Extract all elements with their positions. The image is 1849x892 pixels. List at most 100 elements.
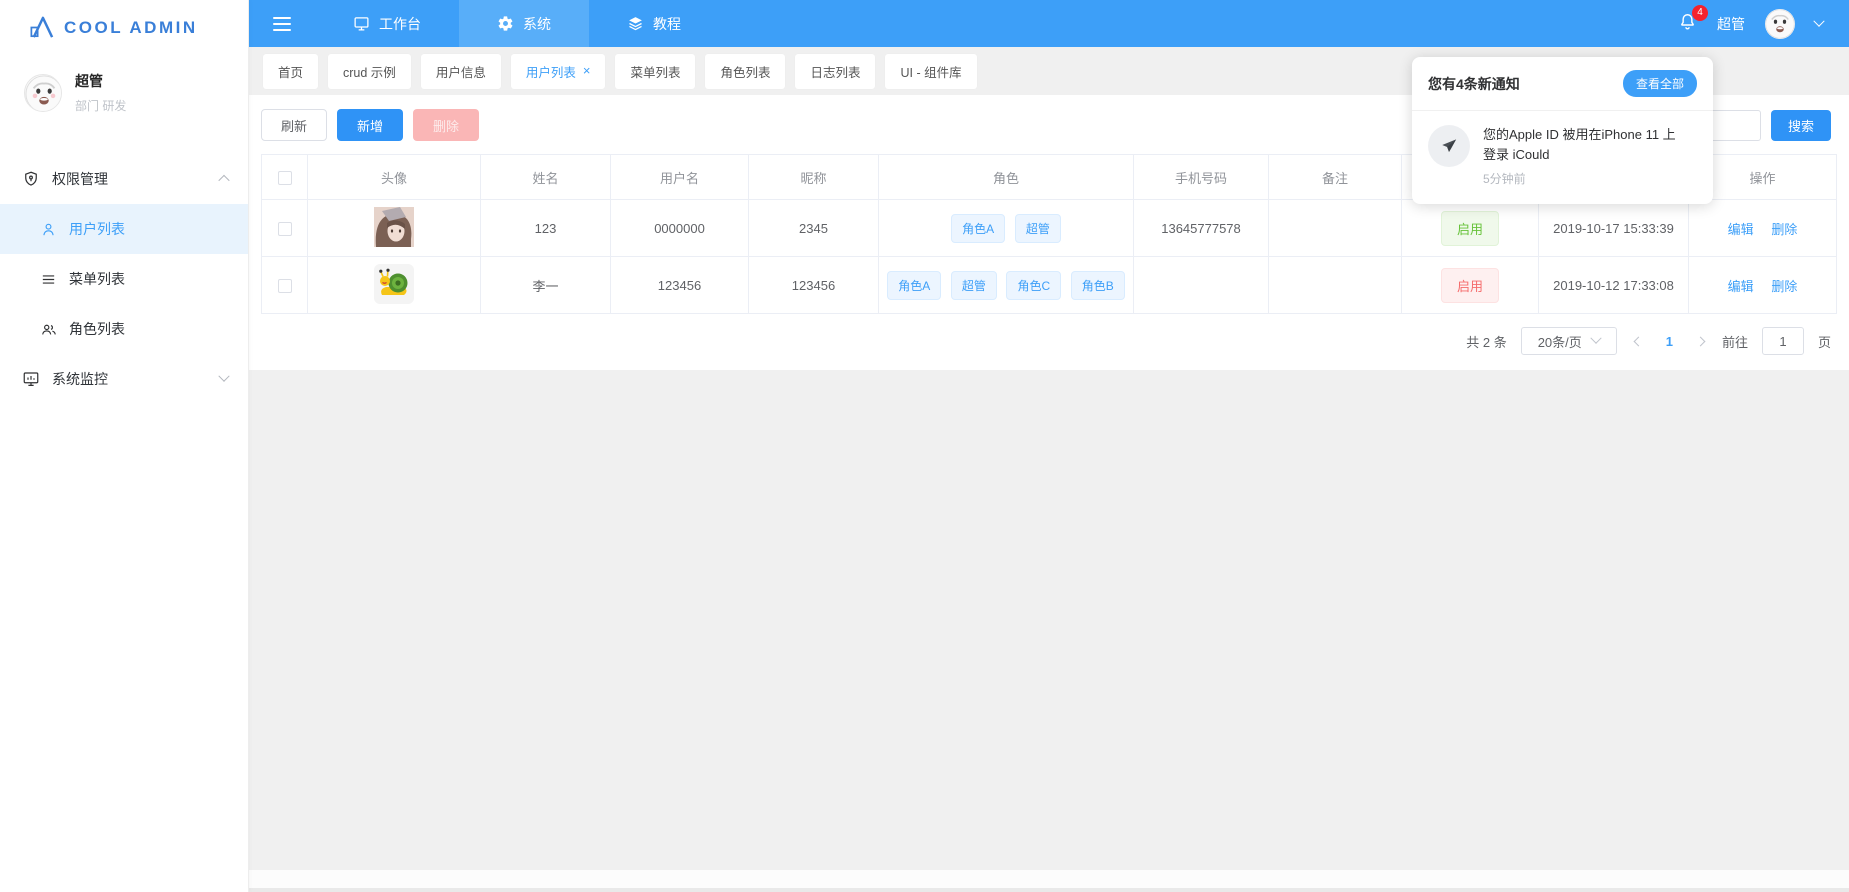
tab-log-list[interactable]: 日志列表 xyxy=(795,53,876,89)
cell-nickname: 123456 xyxy=(748,256,879,314)
prev-page-button[interactable] xyxy=(1631,336,1646,346)
tab-ui-components[interactable]: UI - 组件库 xyxy=(885,53,977,89)
pagination: 共 2 条 20条/页 1 前往 页 xyxy=(249,314,1849,370)
page-size-select[interactable]: 20条/页 xyxy=(1520,327,1617,355)
cell-created: 2019-10-12 17:33:08 xyxy=(1538,256,1689,314)
close-icon[interactable]: × xyxy=(583,64,591,77)
tab-label: 首页 xyxy=(278,65,304,80)
sidebar-user[interactable]: 超管 部门 研发 xyxy=(0,55,248,122)
cell-actions: 编辑 删除 xyxy=(1688,256,1837,314)
tab-label: 角色列表 xyxy=(720,65,771,80)
goto-page-input[interactable] xyxy=(1761,327,1804,355)
gear-icon xyxy=(498,16,513,31)
nav-item-label: 系统 xyxy=(523,15,551,32)
sidebar-item-role-list[interactable]: 角色列表 xyxy=(0,304,248,354)
brand-logo[interactable]: COOL ADMIN xyxy=(0,0,248,55)
tab-crud-demo[interactable]: crud 示例 xyxy=(328,53,411,89)
role-chip: 角色B xyxy=(1070,270,1125,300)
tab-user-info[interactable]: 用户信息 xyxy=(420,53,501,89)
tab-user-list[interactable]: 用户列表 × xyxy=(510,53,606,89)
refresh-button[interactable]: 刷新 xyxy=(261,109,328,141)
cell-name: 李一 xyxy=(480,256,611,314)
cell-username: 0000000 xyxy=(610,199,749,257)
user-avatar xyxy=(24,73,62,112)
cell-status: 启用 xyxy=(1401,199,1539,257)
goto-unit-label: 页 xyxy=(1817,334,1831,350)
sidebar-section-label: 权限管理 xyxy=(52,171,108,187)
horizontal-scrollbar-track[interactable] xyxy=(249,870,1849,888)
goto-label: 前往 xyxy=(1721,334,1748,350)
notification-count-badge: 4 xyxy=(1692,4,1708,21)
user-menu-chevron-icon[interactable] xyxy=(1813,15,1825,27)
topbar: 工作台 系统 教程 4 超管 xyxy=(249,0,1849,47)
cell-roles: 角色A 超管 xyxy=(878,199,1134,257)
view-all-button[interactable]: 查看全部 xyxy=(1622,70,1697,97)
col-header-roles: 角色 xyxy=(878,154,1134,200)
tab-label: UI - 组件库 xyxy=(900,65,962,80)
notifications-button[interactable]: 4 xyxy=(1678,4,1708,36)
role-chip: 角色C xyxy=(1006,270,1062,300)
sidebar-section-monitor[interactable]: 系统监控 xyxy=(0,354,248,404)
list-icon xyxy=(42,274,55,284)
sidebar-item-user-list[interactable]: 用户列表 xyxy=(0,204,248,254)
nav-item-workbench[interactable]: 工作台 xyxy=(315,0,459,47)
cell-phone: 13645777578 xyxy=(1133,199,1269,257)
sidebar-menu: 权限管理 用户列表 菜单列表 角色列表 系统监控 xyxy=(0,154,248,404)
table-row: 123 0000000 2345 角色A 超管 13645777578 启用 2… xyxy=(261,199,1837,257)
page-number-current[interactable]: 1 xyxy=(1660,334,1679,349)
delete-button[interactable]: 删除 xyxy=(413,109,480,141)
brand-logo-icon xyxy=(30,16,54,38)
cell-nickname: 2345 xyxy=(748,199,879,257)
col-header-username: 用户名 xyxy=(610,154,749,200)
notification-title: 您有4条新通知 xyxy=(1428,75,1520,92)
cell-username: 123456 xyxy=(610,256,749,314)
role-chip: 角色A xyxy=(951,213,1006,243)
cell-remark xyxy=(1268,256,1402,314)
notification-popup: 您有4条新通知 查看全部 您的Apple ID 被用在iPhone 11 上登录… xyxy=(1412,57,1713,204)
hamburger-menu-icon[interactable] xyxy=(249,16,315,31)
col-header-name: 姓名 xyxy=(480,154,611,200)
cell-remark xyxy=(1268,199,1402,257)
topbar-username[interactable]: 超管 xyxy=(1717,14,1745,34)
tab-label: 日志列表 xyxy=(810,65,861,80)
row-checkbox[interactable] xyxy=(277,221,292,236)
tab-label: 用户信息 xyxy=(435,65,486,80)
page-size-value: 20条/页 xyxy=(1537,334,1582,350)
select-all-checkbox[interactable] xyxy=(277,170,292,185)
nav-item-system[interactable]: 系统 xyxy=(459,0,589,47)
nav-item-tutorial[interactable]: 教程 xyxy=(589,0,719,47)
row-avatar-snail-cartoon xyxy=(374,263,414,307)
next-page-button[interactable] xyxy=(1693,336,1708,346)
row-checkbox[interactable] xyxy=(277,278,292,293)
delete-link[interactable]: 删除 xyxy=(1771,222,1797,237)
notification-item[interactable]: 您的Apple ID 被用在iPhone 11 上登录 iCould 5分钟前 xyxy=(1412,111,1713,204)
sidebar-section-permissions[interactable]: 权限管理 xyxy=(0,154,248,204)
monitor-icon xyxy=(354,17,369,31)
cell-created: 2019-10-17 15:33:39 xyxy=(1538,199,1689,257)
topbar-avatar[interactable] xyxy=(1765,8,1795,39)
nav-item-label: 教程 xyxy=(653,15,681,32)
tab-role-list[interactable]: 角色列表 xyxy=(705,53,786,89)
notification-time: 5分钟前 xyxy=(1483,172,1526,186)
content-background xyxy=(249,370,1849,870)
topbar-right: 4 超管 xyxy=(1678,4,1849,39)
people-icon xyxy=(42,324,56,335)
person-icon xyxy=(43,223,54,235)
edit-link[interactable]: 编辑 xyxy=(1728,279,1754,294)
sidebar-item-menu-list[interactable]: 菜单列表 xyxy=(0,254,248,304)
tab-home[interactable]: 首页 xyxy=(263,53,319,89)
edit-link[interactable]: 编辑 xyxy=(1728,222,1754,237)
sidebar-section-label: 系统监控 xyxy=(52,371,108,387)
col-header-nickname: 昵称 xyxy=(748,154,879,200)
tab-menu-list[interactable]: 菜单列表 xyxy=(615,53,696,89)
add-button[interactable]: 新增 xyxy=(337,109,404,141)
layers-icon xyxy=(629,17,642,31)
role-chip: 角色A xyxy=(887,270,942,300)
table-row: 李一 123456 123456 角色A 超管 角色C 角色B 启用 2019-… xyxy=(261,256,1837,314)
search-button[interactable]: 搜索 xyxy=(1770,109,1831,141)
cell-actions: 编辑 删除 xyxy=(1688,199,1837,257)
row-avatar-girl-photo xyxy=(374,206,414,250)
chevron-down-icon xyxy=(218,370,230,382)
delete-link[interactable]: 删除 xyxy=(1771,279,1797,294)
cell-phone xyxy=(1133,256,1269,314)
